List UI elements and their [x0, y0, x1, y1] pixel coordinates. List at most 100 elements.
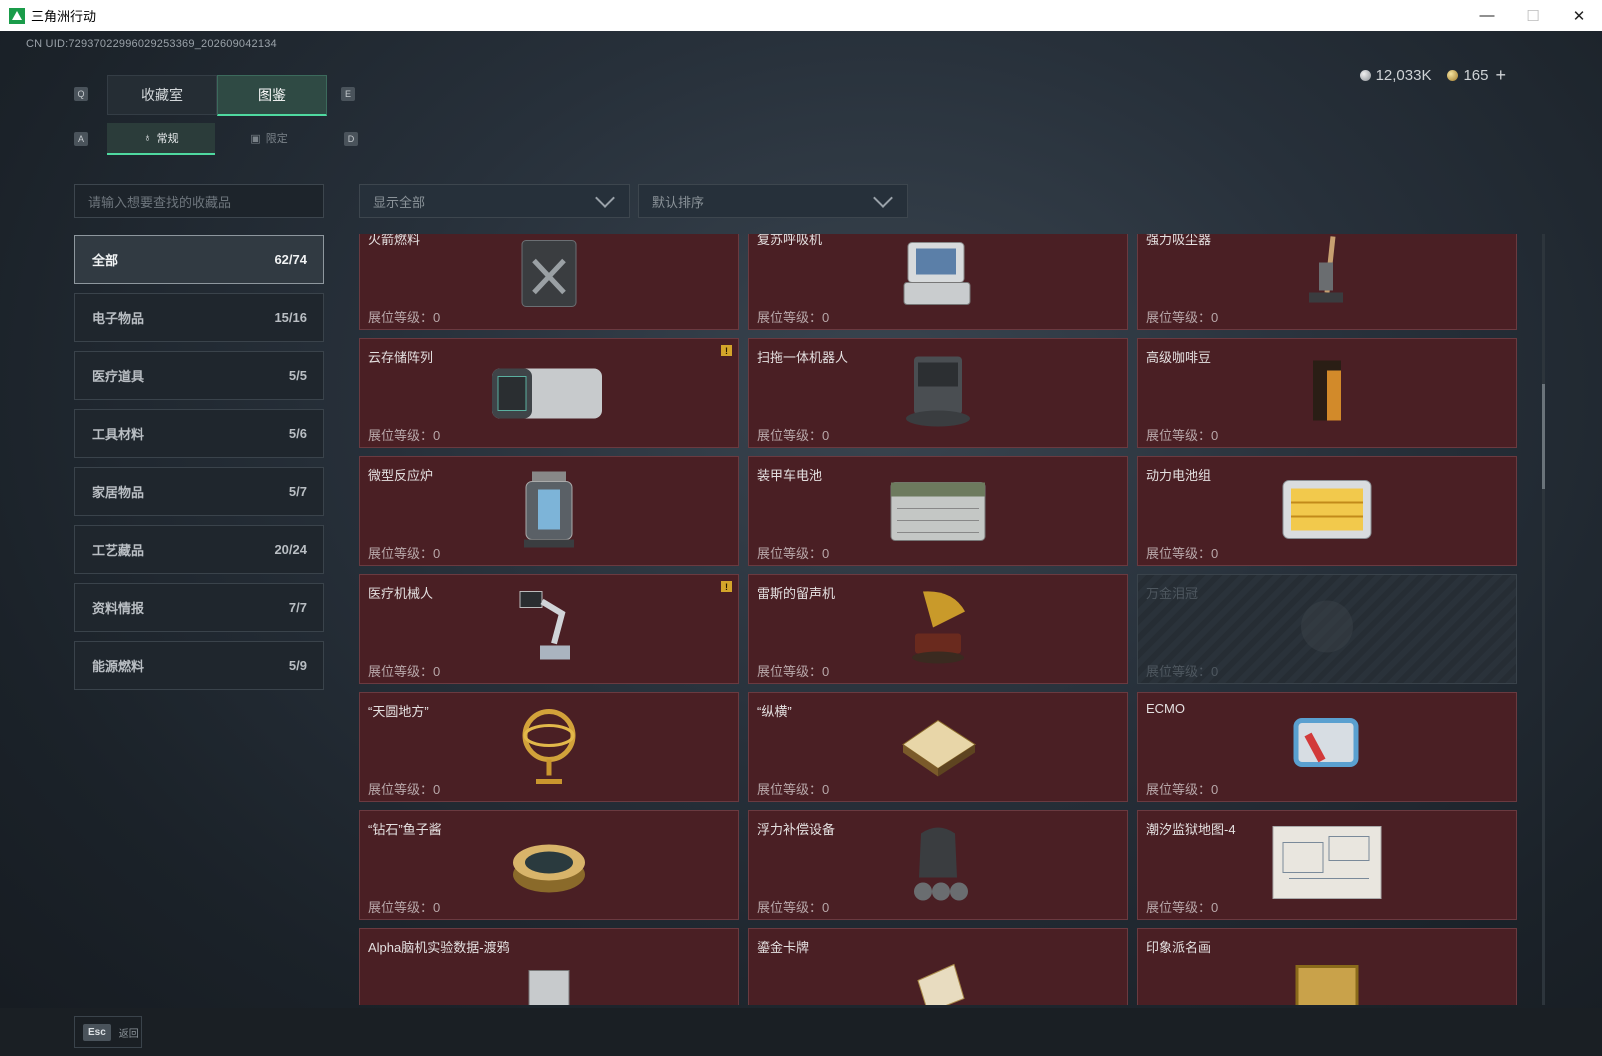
category-count: 5/9 — [288, 658, 307, 673]
collectible-card[interactable]: 印象派名画展位等级：0 — [1137, 928, 1517, 1005]
grid-scrollbar[interactable] — [1542, 234, 1545, 1005]
search-input[interactable]: 请输入想要查找的收藏品 — [74, 184, 324, 218]
collectible-card[interactable]: 复苏呼吸机 展位等级：0 — [748, 234, 1128, 330]
collectible-image — [898, 351, 978, 436]
display-level-label: 展位等级： — [757, 546, 823, 561]
display-level-value: 0 — [1211, 310, 1219, 325]
category-intel[interactable]: 资料情报 7/7 — [74, 583, 324, 632]
close-button[interactable]: ✕ — [1556, 0, 1602, 31]
maximize-button[interactable]: ☐ — [1510, 0, 1556, 31]
collectible-name: 万金泪冠 — [1146, 586, 1199, 601]
collectible-image — [903, 584, 973, 675]
tab-collection-room[interactable]: 收藏室 — [107, 75, 217, 115]
add-currency-button[interactable]: + — [1495, 65, 1506, 86]
filter-dropdown[interactable]: 显示全部 — [359, 184, 630, 218]
hotkey-a: A — [74, 132, 88, 146]
category-energy[interactable]: 能源燃料 5/9 — [74, 641, 324, 690]
display-level-value: 0 — [822, 428, 830, 443]
category-count: 62/74 — [274, 252, 307, 267]
subtab-limited[interactable]: ▣ 限定 — [215, 123, 323, 153]
category-count: 7/7 — [288, 600, 307, 615]
collectible-card[interactable]: 万金泪冠展位等级：0 — [1137, 574, 1517, 684]
collectible-card[interactable]: “天圆地方” 展位等级：0 — [359, 692, 739, 802]
scrollbar-thumb[interactable] — [1542, 384, 1545, 489]
collectible-card[interactable]: 微型反应炉 展位等级：0 — [359, 456, 739, 566]
silver-currency: 12,033K — [1359, 67, 1431, 84]
category-tools[interactable]: 工具材料 5/6 — [74, 409, 324, 458]
display-level-value: 0 — [822, 546, 830, 561]
collectible-image — [514, 234, 584, 318]
display-level: 展位等级：0 — [1146, 661, 1218, 680]
display-level-label: 展位等级： — [1146, 310, 1212, 325]
category-medical[interactable]: 医疗道具 5/5 — [74, 351, 324, 400]
silver-coin-icon — [1359, 70, 1371, 81]
display-level: 展位等级：0 — [1146, 425, 1218, 444]
collectible-image — [1282, 705, 1372, 790]
collectible-card[interactable]: 云存储阵列! 展位等级：0 — [359, 338, 739, 448]
collectible-card[interactable]: Alpha脑机实验数据-渡鸦展位等级：0 — [359, 928, 739, 1005]
hotkey-q: Q — [74, 87, 88, 101]
display-level-value: 0 — [1211, 428, 1219, 443]
collectible-name: “钻石”鱼子酱 — [368, 822, 442, 837]
collectible-name: 雷斯的留声机 — [757, 586, 836, 601]
collectible-image — [1297, 351, 1357, 436]
display-level: 展位等级：0 — [757, 425, 829, 444]
collectible-card[interactable]: 火箭燃料 展位等级：0 — [359, 234, 739, 330]
collectible-card[interactable]: 高级咖啡豆 展位等级：0 — [1137, 338, 1517, 448]
collectible-card[interactable]: 鎏金卡牌展位等级：0 — [748, 928, 1128, 1005]
collectible-name: 潮汐监狱地图-4 — [1146, 822, 1236, 837]
category-label: 工艺藏品 — [92, 543, 145, 558]
category-household[interactable]: 家居物品 5/7 — [74, 467, 324, 516]
tab-catalog[interactable]: 图鉴 — [217, 75, 327, 116]
collectible-card[interactable]: “纵横” 展位等级：0 — [748, 692, 1128, 802]
collectible-card[interactable]: 雷斯的留声机 展位等级：0 — [748, 574, 1128, 684]
minimize-button[interactable]: — — [1464, 0, 1510, 31]
category-label: 家居物品 — [92, 485, 145, 500]
collectible-image — [1277, 469, 1377, 554]
collectible-name: 扫拖一体机器人 — [757, 350, 849, 365]
collectible-card[interactable]: 动力电池组 展位等级：0 — [1137, 456, 1517, 566]
collectible-image — [509, 941, 589, 1005]
category-count: 5/7 — [288, 484, 307, 499]
window-title: 三角洲行动 — [31, 9, 97, 24]
collectible-card[interactable]: 潮汐监狱地图-4 展位等级：0 — [1137, 810, 1517, 920]
collectible-card[interactable]: 扫拖一体机器人 展位等级：0 — [748, 338, 1128, 448]
sub-tabs: ♁ 常规 ▣ 限定 — [107, 123, 323, 155]
display-level: 展位等级：0 — [1146, 307, 1218, 326]
category-all[interactable]: 全部 62/74 — [74, 235, 324, 284]
subtab-regular[interactable]: ♁ 常规 — [107, 123, 215, 155]
category-crafts[interactable]: 工艺藏品 20/24 — [74, 525, 324, 574]
limited-icon: ▣ — [250, 132, 261, 145]
category-list: 全部 62/74 电子物品 15/16 医疗道具 5/5 工具材料 5/6 家居物品 5/… — [74, 235, 324, 699]
collectible-card[interactable]: 强力吸尘器 展位等级：0 — [1137, 234, 1517, 330]
collectible-image — [509, 823, 589, 908]
alert-icon: ! — [721, 345, 732, 356]
display-level-value: 0 — [822, 782, 830, 797]
collectible-card[interactable]: 医疗机械人! 展位等级：0 — [359, 574, 739, 684]
app-icon — [9, 7, 25, 24]
display-level: 展位等级：0 — [1146, 779, 1218, 798]
sort-dropdown[interactable]: 默认排序 — [638, 184, 908, 218]
display-level: 展位等级：0 — [368, 897, 440, 916]
collectible-image — [1287, 587, 1367, 672]
category-count: 20/24 — [274, 542, 307, 557]
collectible-card[interactable]: “钻石”鱼子酱展位等级：0 — [359, 810, 739, 920]
display-level: 展位等级：0 — [1146, 543, 1218, 562]
currency-bar: 12,033K 165 + — [1359, 65, 1506, 86]
category-electronics[interactable]: 电子物品 15/16 — [74, 293, 324, 342]
back-button[interactable]: Esc 返回 — [74, 1016, 142, 1048]
display-level-label: 展位等级： — [757, 428, 823, 443]
collectible-card[interactable]: 装甲车电池 展位等级：0 — [748, 456, 1128, 566]
display-level-value: 0 — [433, 428, 441, 443]
display-level-label: 展位等级： — [757, 782, 823, 797]
display-level-value: 0 — [433, 310, 441, 325]
category-count: 15/16 — [274, 310, 307, 325]
category-label: 全部 — [92, 253, 119, 268]
display-level: 展位等级：0 — [757, 897, 829, 916]
collectible-card[interactable]: ECMO 展位等级：0 — [1137, 692, 1517, 802]
item-grid: 火箭燃料 展位等级：0 复苏呼吸机 展位等级：0 强力吸尘器 展位等级：0 云存储阵列! 展位… — [359, 234, 1517, 1005]
collectible-image — [514, 466, 584, 557]
collectible-name: 复苏呼吸机 — [757, 234, 823, 247]
collectible-card[interactable]: 浮力补偿设备 展位等级：0 — [748, 810, 1128, 920]
display-level-label: 展位等级： — [1146, 428, 1212, 443]
